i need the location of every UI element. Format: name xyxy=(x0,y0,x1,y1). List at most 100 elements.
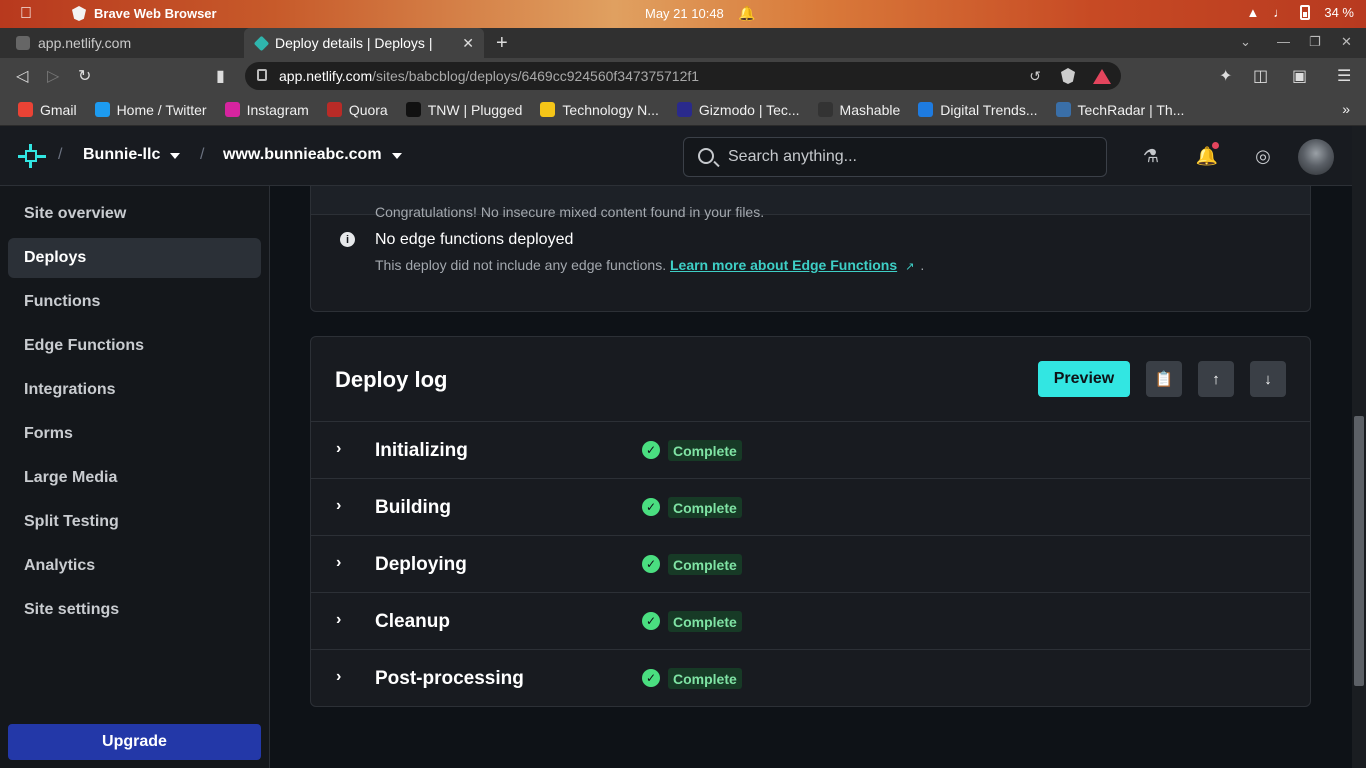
volume-icon[interactable]: ♩ xyxy=(1273,5,1286,20)
chevron-right-icon[interactable]: › xyxy=(336,554,341,572)
chevron-right-icon[interactable]: › xyxy=(336,611,341,629)
sidebar-item-integrations[interactable]: Integrations xyxy=(8,370,261,410)
sidebar-item-site-settings[interactable]: Site settings xyxy=(8,590,261,630)
bookmark-technology-news[interactable]: Technology N... xyxy=(540,102,659,118)
bookmark-mashable[interactable]: Mashable xyxy=(817,102,900,118)
bookmark-label: Gmail xyxy=(40,101,77,118)
scrollbar-thumb[interactable] xyxy=(1354,416,1364,686)
scroll-bottom-button[interactable]: ↓ xyxy=(1250,361,1286,397)
status-badge: Complete xyxy=(668,668,742,689)
tab-netlify[interactable]: app.netlify.com xyxy=(4,28,242,58)
close-window-icon[interactable]: ✕ xyxy=(1341,34,1352,50)
bookmark-quora[interactable]: Quora xyxy=(326,101,388,118)
reload-icon[interactable]: ↻ xyxy=(78,66,91,86)
browser-nav-bar: ◁ ▷ ↻ ▮ app.netlify.com /sites/babcblog/… xyxy=(0,58,1366,94)
address-bar[interactable]: app.netlify.com /sites/babcblog/deploys/… xyxy=(245,62,1121,90)
log-step-row[interactable]: › Initializing ✓ Complete xyxy=(311,421,1310,478)
site-switcher[interactable]: www.bunnieabc.com xyxy=(223,146,402,164)
sidebar-item-functions[interactable]: Functions xyxy=(8,282,261,322)
sidebar-item-edge-functions[interactable]: Edge Functions xyxy=(8,326,261,366)
close-tab-icon[interactable]: ✕ xyxy=(462,35,474,52)
bookmarks-overflow-icon[interactable]: » xyxy=(1342,101,1350,117)
wifi-icon[interactable]: ▲ xyxy=(1246,5,1259,20)
support-lifebuoy-icon[interactable]: ◎ xyxy=(1251,144,1275,168)
chevron-right-icon[interactable]: › xyxy=(336,668,341,686)
new-tab-icon[interactable]: + xyxy=(496,32,508,55)
bookmark-instagram[interactable]: Instagram xyxy=(224,101,309,118)
search-icon xyxy=(698,148,714,164)
bookmark-label: Quora xyxy=(348,101,388,118)
log-step-row[interactable]: › Deploying ✓ Complete xyxy=(311,535,1310,592)
bookmark-gizmodo[interactable]: Gizmodo | Tec... xyxy=(676,101,800,118)
edge-functions-docs-link[interactable]: Learn more about Edge Functions xyxy=(670,257,897,273)
sidebar-item-forms[interactable]: Forms xyxy=(8,414,261,454)
brave-icon xyxy=(72,6,86,21)
mashable-icon xyxy=(817,102,833,117)
avatar[interactable] xyxy=(1298,139,1334,175)
notifications-bell-icon[interactable]: 🔔 xyxy=(1195,142,1219,168)
share-icon[interactable]: ↺ xyxy=(1029,68,1041,85)
tab-list-chevron-icon[interactable]: ⌄ xyxy=(1240,34,1251,50)
search-input[interactable]: Search anything... xyxy=(683,137,1107,177)
bookmark-icon[interactable]: ▮ xyxy=(216,66,225,86)
apple-icon[interactable]:  xyxy=(20,5,32,23)
extensions-icon[interactable]: ✦ xyxy=(1219,66,1232,86)
bookmark-digital-trends[interactable]: Digital Trends... xyxy=(918,102,1038,118)
bookmark-label: Gizmodo | Tec... xyxy=(698,101,800,118)
sidebar-item-analytics[interactable]: Analytics xyxy=(8,546,261,586)
os-clock[interactable]: May 21 10:48 xyxy=(645,6,724,21)
gizmodo-icon xyxy=(676,102,692,117)
brave-shields-icon[interactable] xyxy=(1061,68,1075,84)
clipboard-icon: 📋 xyxy=(1154,371,1174,388)
preview-button[interactable]: Preview xyxy=(1038,361,1130,397)
sidebar-toggle-icon[interactable]: ◫ xyxy=(1253,66,1268,86)
bookmark-techradar[interactable]: TechRadar | Th... xyxy=(1055,102,1184,118)
arrow-down-icon: ↓ xyxy=(1264,370,1272,388)
check-circle-icon: ✓ xyxy=(642,498,660,516)
sidebar-item-split-testing[interactable]: Split Testing xyxy=(8,502,261,542)
copy-log-button[interactable]: 📋 xyxy=(1146,361,1182,397)
chevron-right-icon[interactable]: › xyxy=(336,440,341,458)
bookmarks-bar: Gmail Home / Twitter Instagram Quora TNW… xyxy=(0,94,1366,126)
log-step-row[interactable]: › Cleanup ✓ Complete xyxy=(311,592,1310,649)
forward-icon[interactable]: ▷ xyxy=(47,66,59,86)
bookmark-label: Technology N... xyxy=(562,101,659,118)
battery-icon[interactable] xyxy=(1300,5,1311,20)
netlify-logo-icon[interactable] xyxy=(16,142,48,170)
step-name: Building xyxy=(375,497,451,518)
log-step-row[interactable]: › Building ✓ Complete xyxy=(311,478,1310,535)
breadcrumb-separator: / xyxy=(200,146,205,163)
wallet-icon[interactable]: ▣ xyxy=(1292,66,1307,86)
menu-icon[interactable]: ☰ xyxy=(1337,66,1351,86)
labs-flask-icon[interactable]: ⚗ xyxy=(1139,144,1163,168)
bookmark-twitter[interactable]: Home / Twitter xyxy=(94,102,207,118)
lock-icon[interactable] xyxy=(257,69,267,81)
sidebar-item-large-media[interactable]: Large Media xyxy=(8,458,261,498)
team-name: Bunnie-llc xyxy=(83,146,161,163)
breadcrumb-separator: / xyxy=(58,146,63,163)
sidebar-item-deploys[interactable]: Deploys xyxy=(8,238,261,278)
chevron-right-icon[interactable]: › xyxy=(336,497,341,515)
info-icon: i xyxy=(340,232,355,247)
main-content: Congratulations! No insecure mixed conte… xyxy=(270,186,1352,768)
upgrade-button[interactable]: Upgrade xyxy=(8,724,261,760)
minimize-icon[interactable]: — xyxy=(1277,34,1290,49)
bookmark-label: Instagram xyxy=(246,101,309,118)
brave-rewards-icon[interactable] xyxy=(1093,69,1111,84)
scroll-top-button[interactable]: ↑ xyxy=(1198,361,1234,397)
url-host: app.netlify.com xyxy=(279,68,373,84)
tab-deploy-details[interactable]: Deploy details | Deploys | ✕ xyxy=(244,28,484,58)
back-icon[interactable]: ◁ xyxy=(16,66,28,86)
bookmark-gmail[interactable]: Gmail xyxy=(18,102,77,118)
team-switcher[interactable]: Bunnie-llc xyxy=(83,146,181,164)
restore-icon[interactable]: ❐ xyxy=(1309,34,1321,50)
url-path: /sites/babcblog/deploys/6469cc924560f347… xyxy=(372,68,700,84)
page-scrollbar[interactable] xyxy=(1352,126,1366,768)
os-active-app[interactable]: Brave Web Browser xyxy=(72,6,217,21)
bookmark-tnw[interactable]: TNW | Plugged xyxy=(405,101,523,118)
sidebar-item-site-overview[interactable]: Site overview xyxy=(8,194,261,234)
bookmark-label: TNW | Plugged xyxy=(427,101,523,118)
notification-bell-icon[interactable]: 🔔 xyxy=(738,5,755,22)
step-name: Deploying xyxy=(375,554,467,575)
log-step-row[interactable]: › Post-processing ✓ Complete xyxy=(311,649,1310,706)
